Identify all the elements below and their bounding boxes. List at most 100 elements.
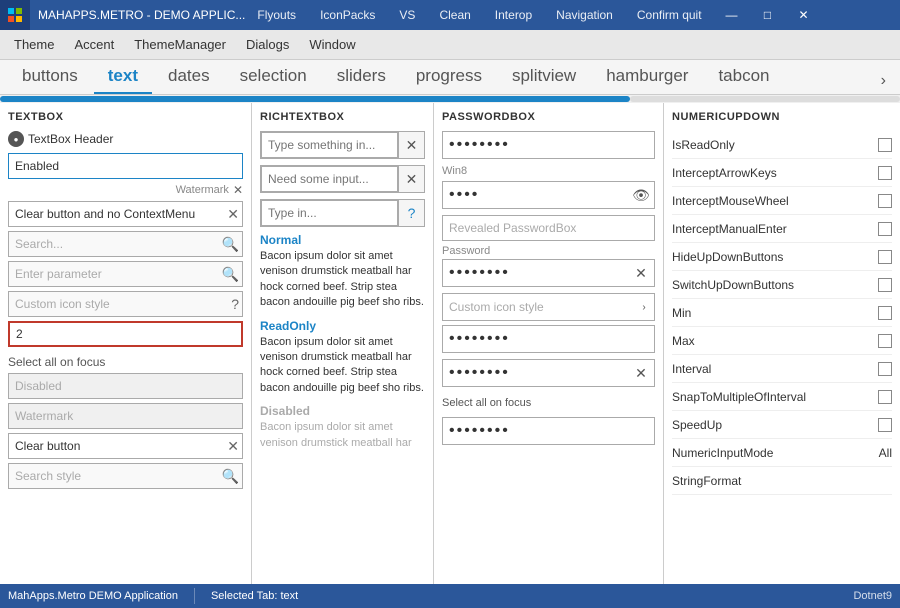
clear-btn-icon[interactable]: ✕ bbox=[227, 438, 239, 455]
textbox-header-label: TextBox Header bbox=[28, 132, 113, 146]
search-style-input[interactable]: Search style bbox=[8, 463, 243, 489]
num-row-max: Max bbox=[672, 327, 892, 355]
pwd-dots-6[interactable]: •••••••• bbox=[443, 418, 654, 444]
tab-sliders[interactable]: sliders bbox=[323, 60, 400, 94]
num-label-max: Max bbox=[672, 334, 874, 348]
richtextbox-column: RICHTEXTBOX ✕ ✕ ? Normal Bacon ipsum dol… bbox=[252, 103, 434, 584]
clear-icon[interactable]: ✕ bbox=[233, 183, 243, 197]
rtb-clear-2[interactable]: ✕ bbox=[398, 166, 424, 192]
tab-text[interactable]: text bbox=[94, 60, 152, 94]
tab-dates[interactable]: dates bbox=[154, 60, 224, 94]
num-label-snaptomultiple: SnapToMultipleOfInterval bbox=[672, 390, 874, 404]
num-label-interval: Interval bbox=[672, 362, 874, 376]
custom-icon-pwd-input[interactable]: Custom icon style bbox=[443, 294, 634, 320]
num-label-interceptmanual: InterceptManualEnter bbox=[672, 222, 874, 236]
num-checkbox-snaptomultiple[interactable] bbox=[878, 390, 892, 404]
watermark-lower-input[interactable]: Watermark bbox=[8, 403, 243, 429]
question-icon[interactable]: ? bbox=[231, 296, 239, 312]
num-row-isreadonly: IsReadOnly bbox=[672, 131, 892, 159]
tab-buttons[interactable]: buttons bbox=[8, 60, 92, 94]
main-content: TEXTBOX ● TextBox Header Enabled Waterma… bbox=[0, 103, 900, 584]
clear-btn-row: Clear button ✕ bbox=[8, 433, 243, 459]
search-icon[interactable]: 🔍 bbox=[222, 236, 239, 253]
select-all-focus: Select all on focus bbox=[8, 351, 243, 373]
pwd-dots-4[interactable]: •••••••• bbox=[443, 326, 654, 352]
num-label-isreadonly: IsReadOnly bbox=[672, 138, 874, 152]
pwd-dots-1[interactable]: •••••••• bbox=[443, 132, 654, 158]
pwd-row-1: •••••••• bbox=[442, 131, 655, 159]
reveal-icon[interactable]: 👁 bbox=[628, 182, 654, 208]
enabled-input[interactable]: Enabled bbox=[8, 153, 243, 179]
nav-confirm-quit[interactable]: Confirm quit bbox=[625, 0, 714, 30]
rtb-input-field-2[interactable] bbox=[261, 166, 398, 192]
num-checkbox-interceptmanual[interactable] bbox=[878, 222, 892, 236]
tab-hamburger[interactable]: hamburger bbox=[592, 60, 702, 94]
tab-splitview[interactable]: splitview bbox=[498, 60, 590, 94]
pwd-dots-2[interactable]: •••• bbox=[443, 182, 628, 208]
num-checkbox-interceptarrow[interactable] bbox=[878, 166, 892, 180]
win8-label: Win8 bbox=[442, 165, 467, 177]
rtb-help-3[interactable]: ? bbox=[398, 200, 424, 226]
watermark-row: Watermark ✕ bbox=[8, 183, 243, 197]
search-input[interactable]: Search... bbox=[8, 231, 243, 257]
clear-btn-input[interactable]: Clear button bbox=[8, 433, 243, 459]
num-value-inputmode: All bbox=[879, 446, 892, 460]
num-checkbox-isreadonly[interactable] bbox=[878, 138, 892, 152]
rtb-input-field-3[interactable] bbox=[261, 200, 398, 226]
clear-no-ctx-input[interactable]: Clear button and no ContextMenu bbox=[8, 201, 243, 227]
nav-clean[interactable]: Clean bbox=[427, 0, 482, 30]
pwd-clear-3[interactable]: ✕ bbox=[628, 260, 654, 286]
minimize-button[interactable]: — bbox=[714, 0, 750, 30]
maximize-button[interactable]: □ bbox=[750, 0, 786, 30]
window-controls: — □ ✕ bbox=[714, 0, 822, 30]
rtb-input-field-1[interactable] bbox=[261, 132, 398, 158]
menu-theme[interactable]: Theme bbox=[4, 33, 64, 56]
pwd-clear-5[interactable]: ✕ bbox=[628, 360, 654, 386]
menu-dialogs[interactable]: Dialogs bbox=[236, 33, 299, 56]
pwd-dots-3[interactable]: •••••••• bbox=[443, 260, 628, 286]
num-checkbox-speedup[interactable] bbox=[878, 418, 892, 432]
menu-bar: Theme Accent ThemeManager Dialogs Window bbox=[0, 30, 900, 60]
close-button[interactable]: ✕ bbox=[786, 0, 822, 30]
custom-icon-input[interactable]: Custom icon style bbox=[8, 291, 243, 317]
search-icon-2[interactable]: 🔍 bbox=[222, 266, 239, 283]
nav-vs[interactable]: VS bbox=[387, 0, 427, 30]
nav-navigation[interactable]: Navigation bbox=[544, 0, 625, 30]
richtextbox-header: RICHTEXTBOX bbox=[260, 111, 425, 123]
num-checkbox-interval[interactable] bbox=[878, 362, 892, 376]
tab-selection[interactable]: selection bbox=[226, 60, 321, 94]
tab-scroll-right[interactable]: › bbox=[875, 68, 892, 94]
num-checkbox-hideupdown[interactable] bbox=[878, 250, 892, 264]
red-input[interactable]: 2 bbox=[8, 321, 243, 347]
passwordbox-column: PASSWORDBOX •••••••• Win8 •••• 👁 Reveale… bbox=[434, 103, 664, 584]
menu-accent[interactable]: Accent bbox=[64, 33, 124, 56]
num-label-switchupdown: SwitchUpDownButtons bbox=[672, 278, 874, 292]
menu-window[interactable]: Window bbox=[299, 33, 365, 56]
rtb-readonly-title: ReadOnly bbox=[260, 319, 425, 333]
pwd-chevron-icon[interactable]: › bbox=[634, 294, 654, 320]
nav-flyouts[interactable]: Flyouts bbox=[245, 0, 308, 30]
rtb-disabled-title: Disabled bbox=[260, 404, 425, 418]
tab-tabcon[interactable]: tabcon bbox=[704, 60, 783, 94]
num-checkbox-interceptmouse[interactable] bbox=[878, 194, 892, 208]
num-checkbox-min[interactable] bbox=[878, 306, 892, 320]
dotnet-logo: Dotnet9 bbox=[853, 590, 892, 602]
enabled-input-row: Enabled bbox=[8, 153, 243, 179]
watermark-label: Watermark bbox=[176, 184, 229, 196]
num-row-speedup: SpeedUp bbox=[672, 411, 892, 439]
disabled-row: Disabled bbox=[8, 373, 243, 399]
menu-thememanager[interactable]: ThemeManager bbox=[124, 33, 236, 56]
nav-interop[interactable]: Interop bbox=[483, 0, 544, 30]
num-checkbox-switchupdown[interactable] bbox=[878, 278, 892, 292]
nav-iconpacks[interactable]: IconPacks bbox=[308, 0, 387, 30]
enter-param-input[interactable]: Enter parameter bbox=[8, 261, 243, 287]
tab-progress[interactable]: progress bbox=[402, 60, 496, 94]
num-label-stringformat: StringFormat bbox=[672, 474, 892, 488]
num-checkbox-max[interactable] bbox=[878, 334, 892, 348]
status-selected-tab: Selected Tab: text bbox=[211, 590, 298, 602]
clear-no-ctx-icon[interactable]: ✕ bbox=[227, 206, 239, 223]
pwd-dots-5[interactable]: •••••••• bbox=[443, 360, 628, 386]
rtb-clear-1[interactable]: ✕ bbox=[398, 132, 424, 158]
rtb-disabled-text: Bacon ipsum dolor sit amet venison drums… bbox=[260, 420, 425, 451]
search-style-icon[interactable]: 🔍 bbox=[222, 468, 239, 485]
